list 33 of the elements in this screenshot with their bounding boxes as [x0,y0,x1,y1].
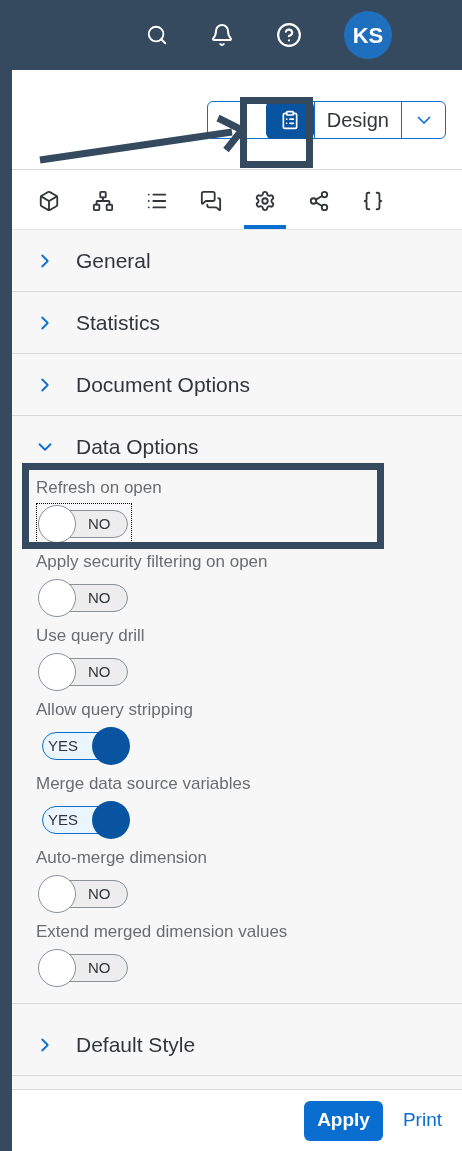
option-label: Apply security filtering on open [36,551,268,573]
toggle-state-text: NO [88,883,111,904]
chat-bubbles-icon [200,190,222,212]
section-header[interactable]: Default Style [12,1014,462,1075]
toggle-state-text: NO [88,513,111,534]
hierarchy-icon [92,190,114,212]
search-icon[interactable] [146,24,168,46]
option-label: Refresh on open [36,477,162,499]
toggle-state-text: YES [48,735,78,756]
toggle-state-text: YES [48,809,78,830]
print-button[interactable]: Print [396,1100,448,1141]
section-header[interactable]: Document Options [12,354,462,415]
section-header[interactable]: Data Options [12,416,462,477]
settings-icon [254,190,276,212]
section-header[interactable]: General [12,230,462,291]
caret-icon [416,115,431,124]
option-label: Allow query stripping [36,699,193,721]
option-label: Use query drill [36,625,145,647]
cube-icon [38,190,60,212]
mode-button[interactable]: Design [313,101,401,138]
apply-button[interactable]: Apply [304,1100,383,1141]
option-label: Extend merged dimension values [36,921,288,943]
toggle-state-text: NO [88,957,111,978]
toggle-state-text: NO [88,587,111,608]
user-avatar[interactable]: KS [344,11,392,59]
toggle-state-text: NO [88,661,111,682]
share-icon [308,190,330,212]
option-label: Auto-merge dimension [36,847,208,869]
help-icon[interactable] [276,22,302,48]
option-label: Merge data source variables [36,773,251,795]
braces-icon [362,190,384,212]
section-header[interactable]: Statistics [12,292,462,353]
bell-icon[interactable] [210,23,234,47]
